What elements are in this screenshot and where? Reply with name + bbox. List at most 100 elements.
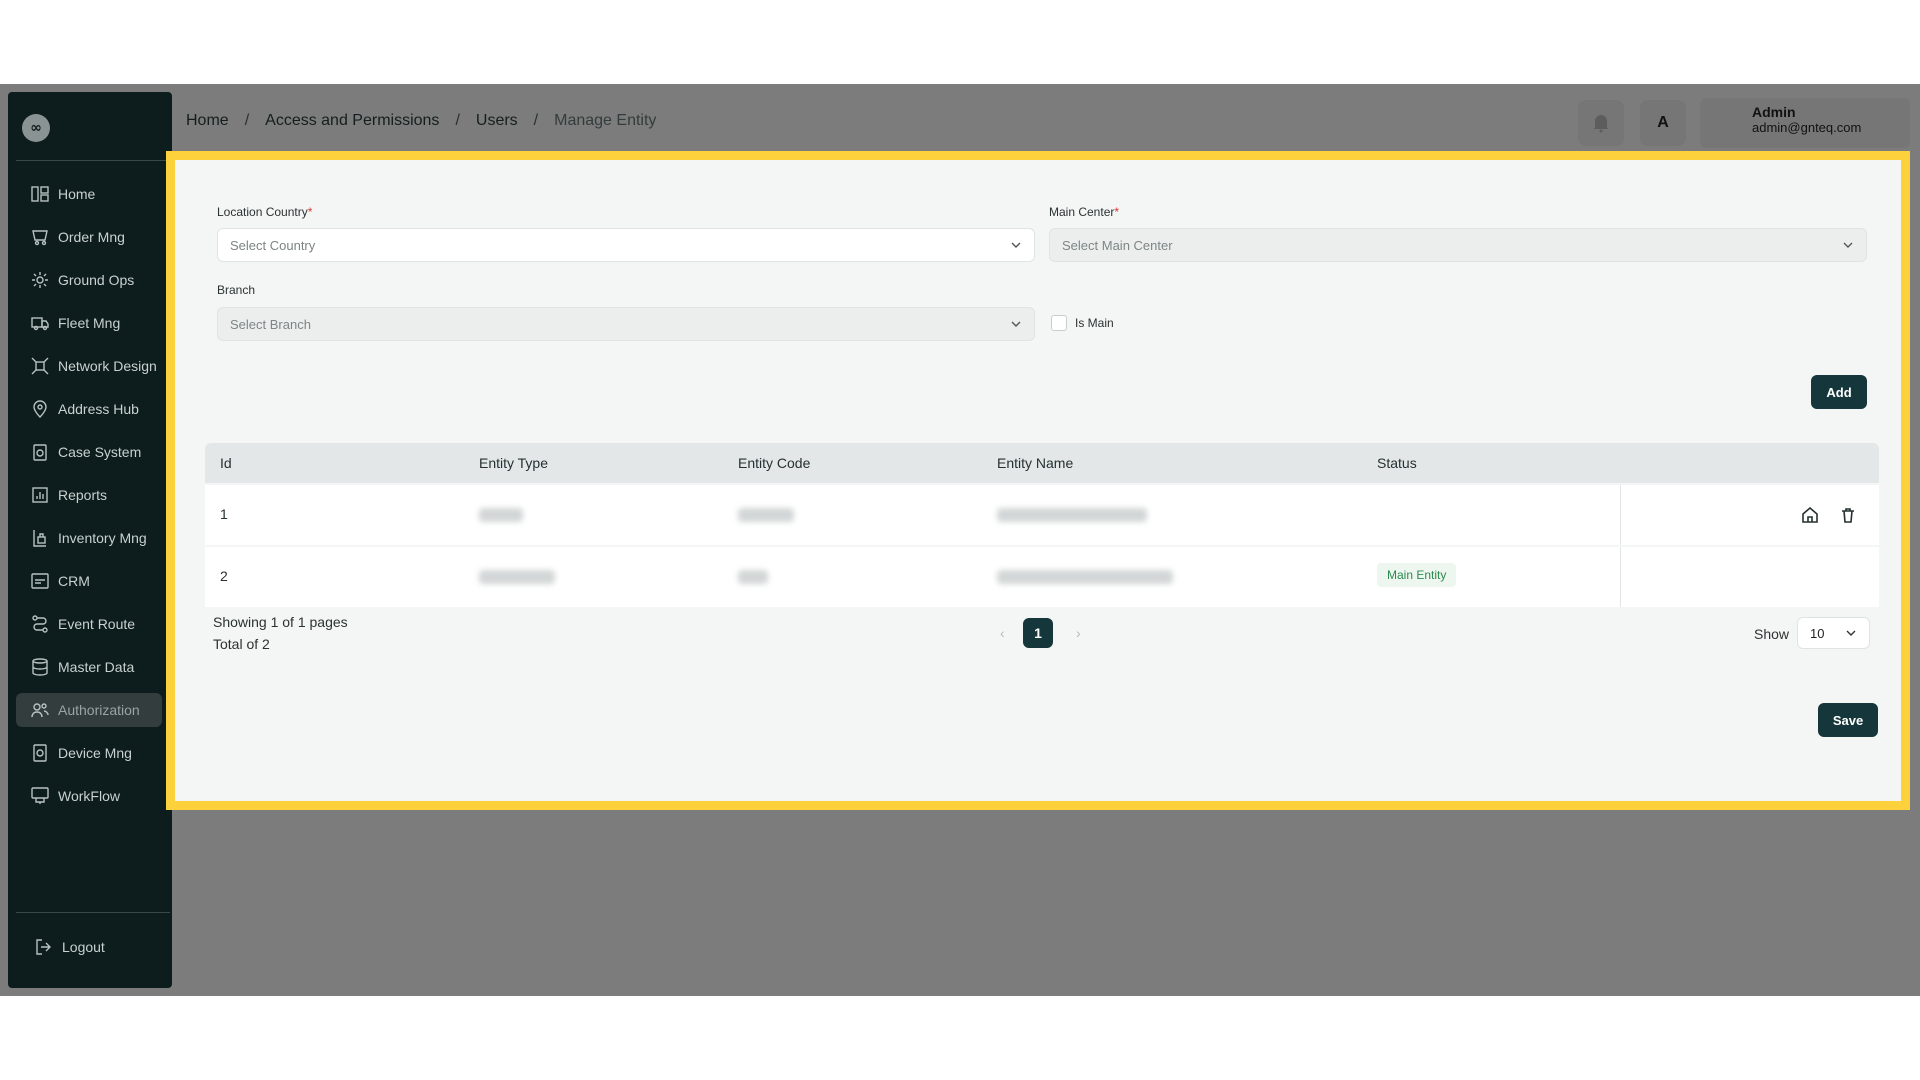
table-header: Id Entity Type Entity Code Entity Name S… bbox=[205, 443, 1879, 483]
workflow-icon bbox=[30, 786, 50, 806]
set-main-button[interactable] bbox=[1795, 500, 1825, 530]
column-divider bbox=[1620, 485, 1621, 545]
sidebar-item-ground-ops[interactable]: Ground Ops bbox=[16, 263, 162, 297]
sidebar-item-label: Authorization bbox=[58, 702, 140, 718]
chevron-down-icon bbox=[1011, 242, 1021, 248]
user-name: Admin bbox=[1752, 104, 1796, 120]
breadcrumb-access[interactable]: Access and Permissions bbox=[265, 112, 439, 130]
prev-page-icon[interactable]: ‹ bbox=[1000, 625, 1005, 641]
sidebar-item-event-route[interactable]: Event Route bbox=[16, 607, 162, 641]
page-size-value: 10 bbox=[1810, 625, 1825, 641]
sidebar-item-label: Home bbox=[58, 186, 96, 202]
breadcrumb-separator: / bbox=[533, 112, 539, 129]
breadcrumb: Home / Access and Permissions / Users / … bbox=[186, 112, 656, 130]
sidebar-item-reports[interactable]: Reports bbox=[16, 478, 162, 512]
chevron-down-icon bbox=[1843, 242, 1853, 248]
device-icon bbox=[30, 743, 50, 763]
layout-icon bbox=[30, 184, 50, 204]
app-logo: ∞ bbox=[22, 114, 50, 142]
branch-placeholder: Select Branch bbox=[230, 316, 311, 332]
logout-icon bbox=[34, 937, 54, 957]
column-header-entity-code: Entity Code bbox=[738, 455, 811, 471]
country-label: Location Country* bbox=[217, 205, 313, 219]
column-header-entity-name: Entity Name bbox=[997, 455, 1074, 471]
column-header-status: Status bbox=[1377, 455, 1417, 471]
column-header-entity-type: Entity Type bbox=[479, 455, 549, 471]
redacted-entity-type bbox=[479, 508, 523, 522]
top-header: Home / Access and Permissions / Users / … bbox=[172, 92, 1920, 152]
branch-select[interactable]: Select Branch bbox=[217, 307, 1035, 341]
is-main-label: Is Main bbox=[1075, 316, 1114, 330]
is-main-checkbox[interactable] bbox=[1051, 315, 1067, 331]
page-button-current[interactable]: 1 bbox=[1023, 618, 1053, 648]
sidebar-item-label: WorkFlow bbox=[58, 788, 120, 804]
main-center-placeholder: Select Main Center bbox=[1062, 237, 1173, 253]
redacted-entity-code bbox=[738, 508, 794, 522]
sidebar-item-fleet-mng[interactable]: Fleet Mng bbox=[16, 306, 162, 340]
sidebar-item-label: Event Route bbox=[58, 616, 136, 632]
status-badge: Main Entity bbox=[1377, 563, 1457, 587]
sidebar-item-authorization[interactable]: Authorization bbox=[16, 693, 162, 727]
sidebar-item-home[interactable]: Home bbox=[16, 177, 162, 211]
sidebar-item-workflow[interactable]: WorkFlow bbox=[16, 779, 162, 813]
branch-label: Branch bbox=[217, 283, 256, 297]
sidebar-divider bbox=[16, 160, 170, 161]
sidebar-item-label: Order Mng bbox=[58, 229, 125, 245]
breadcrumb-current: Manage Entity bbox=[554, 112, 657, 129]
sidebar-item-case-system[interactable]: Case System bbox=[16, 435, 162, 469]
breadcrumb-separator: / bbox=[244, 112, 250, 129]
bell-icon bbox=[1594, 115, 1608, 133]
pagination-total: Total of 2 bbox=[213, 636, 270, 652]
sidebar-item-master-data[interactable]: Master Data bbox=[16, 650, 162, 684]
sidebar-item-inventory-mng[interactable]: Inventory Mng bbox=[16, 521, 162, 555]
reports-icon bbox=[30, 485, 50, 505]
redacted-entity-name bbox=[997, 508, 1147, 522]
row-id: 1 bbox=[220, 506, 228, 522]
home-icon bbox=[1802, 506, 1818, 523]
order-icon bbox=[30, 227, 50, 247]
logout-button[interactable]: Logout bbox=[16, 930, 162, 964]
breadcrumb-home[interactable]: Home bbox=[186, 112, 229, 130]
sidebar-item-device-mng[interactable]: Device Mng bbox=[16, 736, 162, 770]
country-select[interactable]: Select Country bbox=[217, 228, 1035, 262]
sidebar-item-label: Device Mng bbox=[58, 745, 132, 761]
row-id: 2 bbox=[220, 568, 228, 584]
sidebar-item-label: Master Data bbox=[58, 659, 135, 675]
user-menu[interactable]: Admin admin@gnteq.com bbox=[1700, 98, 1910, 148]
ground-ops-icon bbox=[30, 270, 50, 290]
sidebar-item-network-design[interactable]: Network Design bbox=[16, 349, 162, 383]
page-size-select[interactable]: 10 bbox=[1797, 617, 1870, 649]
sidebar-item-label: Case System bbox=[58, 444, 142, 460]
notification-button[interactable] bbox=[1578, 100, 1624, 146]
user-email: admin@gnteq.com bbox=[1752, 120, 1862, 135]
next-page-icon[interactable]: › bbox=[1076, 625, 1081, 641]
table-row: 2 Main Entity bbox=[205, 547, 1879, 607]
chevron-down-icon bbox=[1846, 630, 1856, 636]
sidebar-item-address-hub[interactable]: Address Hub bbox=[16, 392, 162, 426]
column-divider bbox=[1620, 547, 1621, 607]
breadcrumb-users[interactable]: Users bbox=[476, 112, 518, 130]
page-size-label: Show bbox=[1754, 626, 1790, 642]
sidebar-item-label: Network Design bbox=[58, 358, 157, 374]
sidebar-item-crm[interactable]: CRM bbox=[16, 564, 162, 598]
network-icon bbox=[30, 356, 50, 376]
translate-button[interactable]: A bbox=[1640, 100, 1686, 146]
save-button[interactable]: Save bbox=[1818, 703, 1878, 737]
pagination-summary: Showing 1 of 1 pages bbox=[213, 614, 348, 630]
location-icon bbox=[30, 399, 50, 419]
column-header-id: Id bbox=[220, 455, 232, 471]
main-center-select[interactable]: Select Main Center bbox=[1049, 228, 1867, 262]
case-icon bbox=[30, 442, 50, 462]
sidebar-item-label: Fleet Mng bbox=[58, 315, 121, 331]
sidebar-item-order-mng[interactable]: Order Mng bbox=[16, 220, 162, 254]
redacted-entity-code bbox=[738, 570, 768, 584]
redacted-entity-name bbox=[997, 570, 1173, 584]
inventory-icon bbox=[30, 528, 50, 548]
sidebar-divider bbox=[16, 912, 170, 913]
entity-table: Id Entity Type Entity Code Entity Name S… bbox=[205, 443, 1879, 607]
add-button[interactable]: Add bbox=[1811, 375, 1867, 409]
delete-button[interactable] bbox=[1833, 500, 1863, 530]
crm-icon bbox=[30, 571, 50, 591]
table-row: 1 bbox=[205, 485, 1879, 545]
users-icon bbox=[30, 700, 50, 720]
